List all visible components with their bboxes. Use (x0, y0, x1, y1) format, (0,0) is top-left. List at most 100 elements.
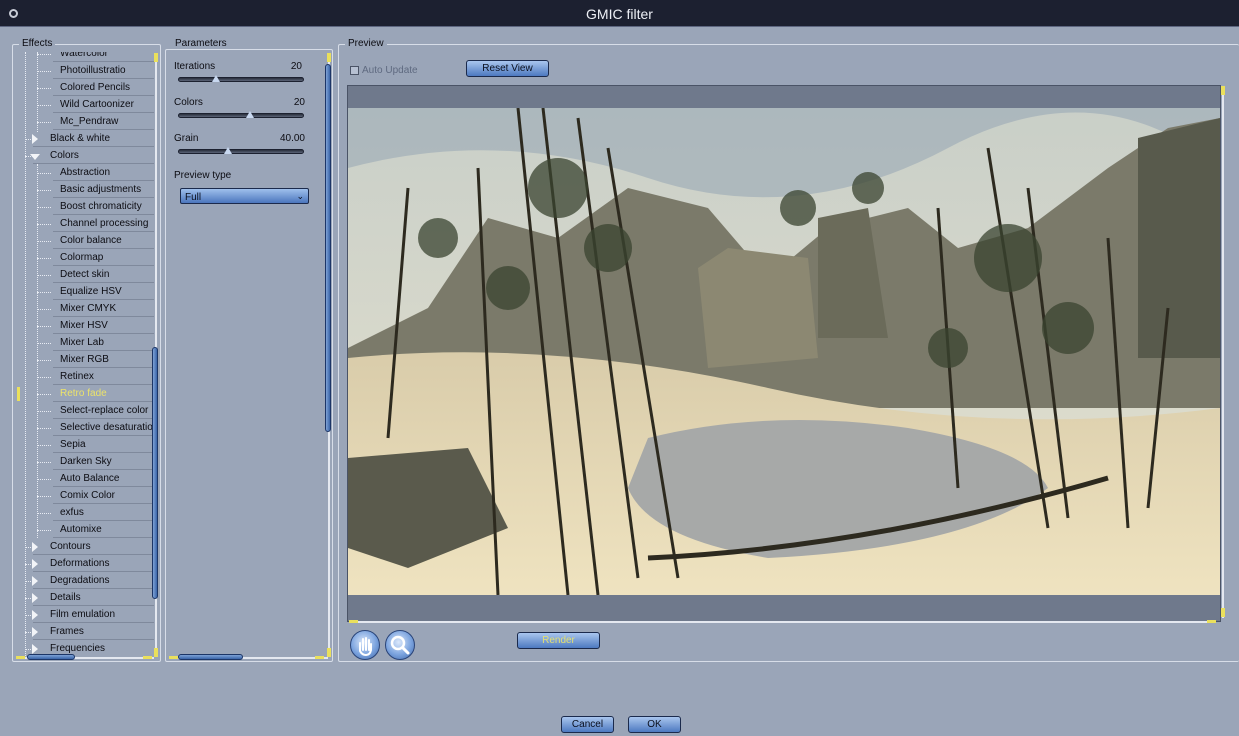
tree-item-label: Boost chromaticity (60, 201, 142, 212)
tree-item-label: Wild Cartoonizer (60, 99, 134, 110)
tree-category[interactable]: Colors (17, 148, 154, 165)
tree-item[interactable]: exfus (17, 505, 154, 522)
render-button[interactable]: Render (517, 632, 600, 649)
title-bar: GMIC filter (0, 0, 1239, 27)
grain-value: 40.00 (279, 133, 305, 144)
tree-item[interactable]: Auto Balance (17, 471, 154, 488)
tree-item[interactable]: Abstraction (17, 165, 154, 182)
parameters-vscroll-thumb[interactable] (325, 64, 331, 432)
expand-right-icon[interactable] (32, 627, 38, 637)
tree-item[interactable]: Color balance (17, 233, 154, 250)
parameters-hscroll-thumb[interactable] (178, 654, 243, 660)
iterations-value: 20 (290, 61, 302, 72)
tree-item[interactable]: Channel processing (17, 216, 154, 233)
preview-type-select[interactable]: Full ⌄ (180, 188, 309, 204)
tree-item[interactable]: Mixer CMYK (17, 301, 154, 318)
parameters-label: Parameters (172, 38, 230, 49)
preview-image[interactable] (348, 108, 1220, 595)
effects-vscroll-thumb[interactable] (152, 347, 158, 599)
tree-item-label: Retinex (60, 371, 94, 382)
tree-item-label: Sepia (60, 439, 86, 450)
tree-item[interactable]: Detect skin (17, 267, 154, 284)
tree-item[interactable]: Wild Cartoonizer (17, 97, 154, 114)
expand-right-icon[interactable] (32, 576, 38, 586)
tree-category[interactable]: Black & white (17, 131, 154, 148)
tree-item-label: Equalize HSV (60, 286, 122, 297)
chevron-down-icon: ⌄ (296, 191, 304, 201)
tree-item-label: Mixer HSV (60, 320, 108, 331)
expand-right-icon[interactable] (32, 559, 38, 569)
tree-category[interactable]: Frames (17, 624, 154, 641)
tree-item[interactable]: Retro fade (17, 386, 154, 403)
expand-right-icon[interactable] (32, 593, 38, 603)
tree-category[interactable]: Deformations (17, 556, 154, 573)
hand-icon (359, 637, 372, 657)
tree-item[interactable]: Mixer HSV (17, 318, 154, 335)
tree-item[interactable]: Equalize HSV (17, 284, 154, 301)
expand-right-icon[interactable] (32, 644, 38, 654)
tree-item-label: Colored Pencils (60, 82, 131, 93)
tree-category[interactable]: Details (17, 590, 154, 607)
tree-item-label: Channel processing (60, 218, 149, 229)
tree-item-label: Mixer RGB (60, 354, 109, 365)
tree-category[interactable]: Contours (17, 539, 154, 556)
colors-slider-handle[interactable] (245, 111, 254, 118)
tree-item[interactable]: Comix Color (17, 488, 154, 505)
tree-item[interactable]: Colormap (17, 250, 154, 267)
effects-label: Effects (19, 38, 56, 49)
tree-item[interactable]: Mc_Pendraw (17, 114, 154, 131)
tree-item[interactable]: Boost chromaticity (17, 199, 154, 216)
grain-slider-handle[interactable] (224, 147, 232, 154)
iterations-slider[interactable] (178, 77, 304, 82)
tree-item[interactable]: Basic adjustments (17, 182, 154, 199)
ok-button[interactable]: OK (628, 716, 681, 733)
effects-tree[interactable]: Watercolor Photoillustratio Colored Pencil… (17, 52, 154, 656)
tree-item-label: Watercolor (60, 52, 108, 59)
tree-item-label: Detect skin (60, 269, 110, 280)
tree-item[interactable]: Mixer RGB (17, 352, 154, 369)
tree-item[interactable]: Mixer Lab (17, 335, 154, 352)
tree-item[interactable]: Automixe (17, 522, 154, 539)
tree-item-label: Mixer Lab (60, 337, 104, 348)
tree-item-label: Deformations (50, 558, 110, 569)
grain-slider[interactable] (178, 149, 304, 154)
expand-right-icon[interactable] (32, 134, 38, 144)
tree-item-label: Contours (50, 541, 91, 552)
expand-right-icon[interactable] (32, 610, 38, 620)
tree-item-label: Frames (50, 626, 84, 637)
tree-item[interactable]: Sepia (17, 437, 154, 454)
pan-tool-button[interactable] (350, 630, 380, 660)
preview-label: Preview (345, 38, 387, 49)
tree-item[interactable]: Select-replace color (17, 403, 154, 420)
tree-category[interactable]: Film emulation (17, 607, 154, 624)
auto-update-checkbox[interactable] (350, 66, 359, 75)
window-title: GMIC filter (586, 6, 653, 22)
effects-hscroll-thumb[interactable] (27, 654, 75, 660)
expand-right-icon[interactable] (32, 542, 38, 552)
tree-item[interactable]: Darken Sky (17, 454, 154, 471)
cancel-button[interactable]: Cancel (561, 716, 614, 733)
grain-label: Grain (174, 133, 199, 144)
tree-category[interactable]: Degradations (17, 573, 154, 590)
tree-item[interactable]: Selective desaturatio (17, 420, 154, 437)
auto-update-label[interactable]: Auto Update (362, 65, 418, 76)
zoom-tool-button[interactable] (385, 630, 415, 660)
tree-item[interactable]: Retinex (17, 369, 154, 386)
tree-item-label: exfus (60, 507, 84, 518)
tree-item-label: Comix Color (60, 490, 116, 501)
tree-item-label: Retro fade (60, 388, 107, 399)
tree-item-label: Colors (50, 150, 79, 161)
tree-item[interactable]: Photoillustratio (17, 63, 154, 80)
tree-item-label: Photoillustratio (60, 65, 126, 76)
tree-item-label: Degradations (50, 575, 110, 586)
tree-item-label: Frequencies (50, 643, 106, 654)
tree-item[interactable]: Colored Pencils (17, 80, 154, 97)
preview-type-value: Full (185, 192, 202, 203)
expand-down-icon[interactable] (30, 154, 40, 160)
tree-item-label: Darken Sky (60, 456, 112, 467)
tree-item[interactable]: Watercolor (17, 52, 154, 63)
colors-slider[interactable] (178, 113, 304, 118)
iterations-slider-handle[interactable] (212, 75, 220, 82)
reset-view-button[interactable]: Reset View (466, 60, 549, 77)
tree-item-label: Basic adjustments (60, 184, 142, 195)
